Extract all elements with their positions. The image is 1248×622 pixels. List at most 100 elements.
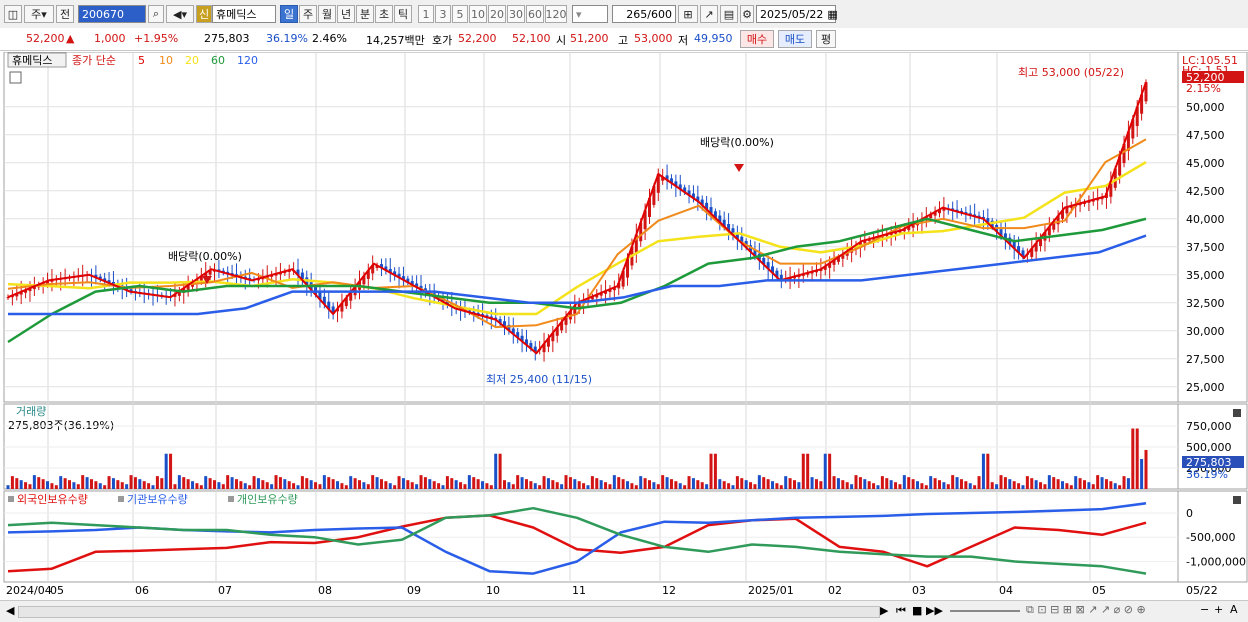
zoom-out-icon[interactable]: − (1200, 603, 1209, 616)
zoom-in-icon[interactable]: + (1214, 603, 1223, 616)
volume-bar (612, 475, 616, 489)
volume-bar (467, 475, 471, 489)
period-tab-0[interactable]: 일 (280, 5, 298, 23)
volume-bar (366, 484, 370, 489)
volume-bar (766, 479, 770, 489)
period-tab-2[interactable]: 월 (318, 5, 336, 23)
volume-bar (116, 480, 120, 489)
stock-name-field[interactable]: 휴메딕스 (212, 5, 276, 23)
interval-button-1[interactable]: 1 (418, 5, 434, 23)
sell-button[interactable]: 매도 (778, 30, 812, 48)
volume-bar (252, 476, 256, 489)
volume-bar (696, 480, 700, 489)
volume-bar (147, 483, 151, 489)
volume-bar (898, 484, 902, 489)
interval-button-10[interactable]: 10 (469, 5, 487, 23)
volume-bar (498, 453, 502, 489)
save-icon[interactable]: ▤ (720, 5, 738, 23)
prev-label: 전 (59, 8, 71, 21)
quote-price: 52,200 (26, 32, 65, 45)
volume-bar (718, 479, 722, 489)
eval-label: 평 (820, 33, 832, 46)
volume-bar (441, 485, 445, 489)
window-menu-icon[interactable]: ◫ (4, 5, 22, 23)
interval-button-3[interactable]: 3 (435, 5, 451, 23)
interval-button-30[interactable]: 30 (507, 5, 525, 23)
scroll-left-icon[interactable]: ◀ (6, 604, 14, 617)
dividend-annotation-1: 배당락(0.00%) (168, 250, 242, 263)
volume-bar (63, 478, 67, 489)
volume-bar (243, 483, 247, 489)
stop-icon[interactable]: ■ (912, 604, 922, 617)
volume-bar (801, 453, 805, 489)
volume-bar (946, 484, 950, 489)
buy-button[interactable]: 매수 (740, 30, 774, 48)
volume-bar (155, 476, 159, 489)
volume-bar (353, 478, 357, 489)
eval-button[interactable]: 평 (816, 30, 836, 48)
grid-toggle-icon (9, 71, 22, 84)
volume-bar (476, 479, 480, 489)
interval-button-20[interactable]: 20 (488, 5, 506, 23)
volume-bar (6, 485, 10, 489)
volume-bar (454, 480, 458, 489)
holdings-tick-label: -1,000,000 (1186, 555, 1246, 568)
x-tick-label: 2024/04 (6, 584, 52, 597)
indicator-icon[interactable]: ⊞ (678, 5, 698, 23)
gear-icon[interactable]: ⚙ (740, 5, 754, 23)
search-icon[interactable]: ⌕ (148, 5, 164, 23)
chart-tools-icons[interactable]: ⧉ ⊡ ⊟ ⊞ ⊠ ↗ ↗ ⌀ ⊘ ⊕ (1026, 603, 1146, 617)
dividend-annotation-2: 배당락(0.00%) (700, 136, 774, 149)
volume-bar (788, 478, 792, 489)
prev-button[interactable]: 전 (56, 5, 74, 23)
fast-forward-icon[interactable]: ▶▶ (926, 604, 943, 617)
count-field[interactable]: 265/600 (612, 5, 676, 23)
period-tab-1[interactable]: 주 (299, 5, 317, 23)
period-tab-4[interactable]: 분 (356, 5, 374, 23)
volume-bar (705, 484, 709, 489)
draw-tool-icon[interactable]: ↗ (700, 5, 718, 23)
volume-bar (819, 481, 823, 489)
volume-bar (907, 477, 911, 489)
period-tab-3[interactable]: 년 (337, 5, 355, 23)
volume-bar (582, 483, 586, 489)
scroll-right-icon[interactable]: ▶ (880, 604, 888, 617)
x-tick-label: 02 (828, 584, 842, 597)
date-value: 2025/05/22 (760, 7, 824, 21)
date-field[interactable]: 2025/05/22 ▦ (756, 5, 838, 23)
panel-close-icon (1233, 496, 1241, 504)
interval-input[interactable]: ▾ (572, 5, 608, 23)
bid-price: 52,100 (512, 32, 551, 45)
volume-bar (568, 477, 572, 489)
first-page-icon[interactable]: ⏮ (896, 604, 906, 618)
x-tick-label: 06 (135, 584, 149, 597)
holdings-legend-2: 개인보유수량 (237, 493, 298, 506)
interval-button-120[interactable]: 120 (545, 5, 567, 23)
volume-bar (533, 483, 537, 489)
volume-bar (1034, 480, 1038, 489)
volume-bar (406, 480, 410, 489)
volume-bar (555, 482, 559, 489)
scroll-track[interactable] (18, 606, 880, 618)
period-tab-5[interactable]: 초 (375, 5, 393, 23)
interval-button-5[interactable]: 5 (452, 5, 468, 23)
x-tick-label: 05 (50, 584, 64, 597)
stock-chart[interactable]: 25,000 27,500 30,000 32,500 35,000 37,500 40,0… (0, 52, 1248, 599)
interval-button-60[interactable]: 60 (526, 5, 544, 23)
scroll-bar[interactable]: ◀ ▶ ⏮ ■ ▶▶ ⧉ ⊡ ⊟ ⊞ ⊠ ↗ ↗ ⌀ ⊘ ⊕ − + A (0, 600, 1248, 622)
volume-bar (28, 484, 32, 489)
period-select[interactable]: 주 ▾ (24, 5, 54, 23)
volume-bar (208, 478, 212, 489)
font-size-icon[interactable]: A (1230, 603, 1238, 616)
volume-bar (265, 482, 269, 489)
calendar-icon[interactable]: ▦ (827, 8, 837, 21)
volume-bar (560, 484, 564, 489)
volume-bar (1082, 480, 1086, 489)
period-tab-6[interactable]: 틱 (394, 5, 412, 23)
volume-bar (1109, 481, 1113, 489)
zoom-slider[interactable] (950, 610, 1020, 612)
price-panel (3, 52, 1179, 403)
code-input[interactable]: 200670 (78, 5, 146, 23)
speaker-icon[interactable]: ◀▾ (166, 5, 194, 23)
volume-bar (810, 477, 814, 489)
